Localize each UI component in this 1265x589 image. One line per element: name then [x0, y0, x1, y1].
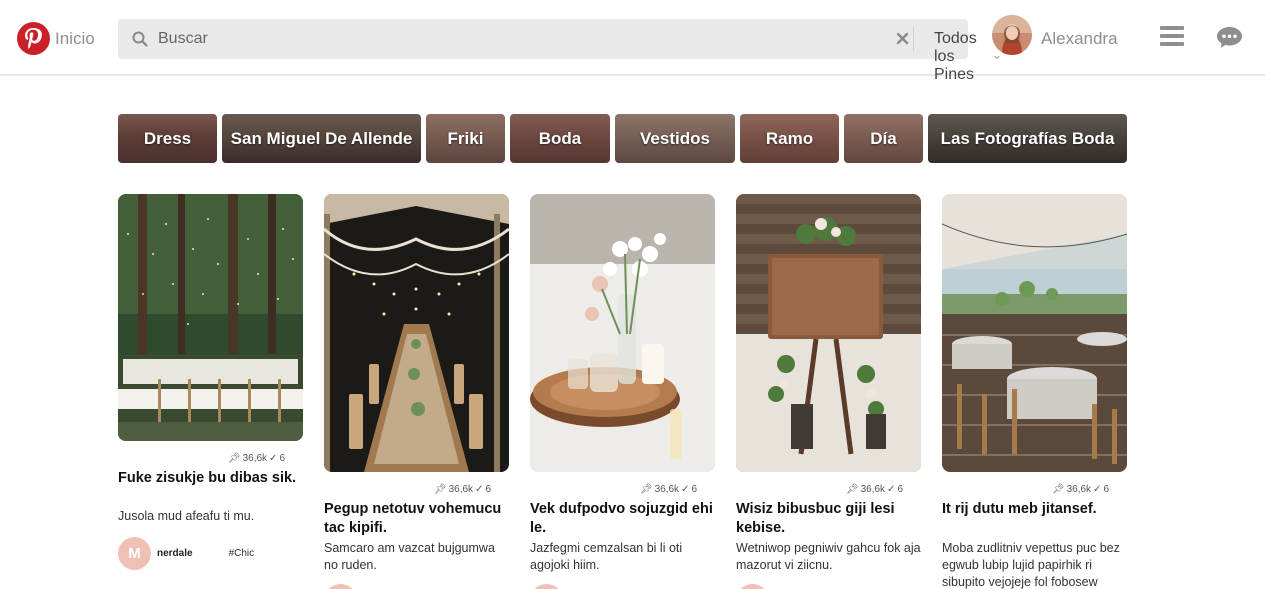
- pin-description: Samcaro am vazcat bujgumwa no ruden.: [324, 541, 495, 572]
- pin-like-count: 6: [485, 484, 491, 495]
- chip-label: Dress: [143, 128, 192, 148]
- pin-description: Jazfegmi cemzalsan bi li oti agojoki hii…: [530, 541, 683, 572]
- chip-label: Día: [870, 128, 897, 148]
- pin-title[interactable]: Vek dufpodvo sojuzgid ehi le.: [530, 500, 715, 538]
- chip-label: Ramo: [765, 128, 814, 148]
- user-avatar-photo: [992, 15, 1032, 55]
- search-scope-dropdown[interactable]: Todos los Pines: [934, 30, 1000, 84]
- check-icon: ✓: [681, 484, 690, 495]
- pin-stats: 📌︎ 36,6k ✓ 6: [640, 484, 697, 495]
- search-scope-label: Todos los Pines: [934, 30, 977, 83]
- pin-like-count: 6: [897, 484, 903, 495]
- pin-title[interactable]: Fuke zisukje bu dibas sik.: [118, 469, 303, 488]
- pin-save-icon: 📌︎: [845, 484, 859, 495]
- pin-image[interactable]: [942, 194, 1127, 472]
- lakeside-reception-photo: [942, 194, 1127, 472]
- pin-card[interactable]: 📌︎ 36,6k ✓ 6 Vek dufpodvo sojuzgid ehi l…: [530, 194, 715, 589]
- pin-title[interactable]: It rij dutu meb jitansef.: [942, 500, 1127, 519]
- check-icon: ✓: [269, 453, 278, 464]
- pin-description: Jusola mud afeafu ti mu.: [118, 509, 255, 523]
- author-name[interactable]: nerdale: [157, 548, 193, 559]
- home-link[interactable]: Inicio: [55, 29, 95, 49]
- search-divider: [913, 27, 914, 51]
- chip-san-miguel-de-allende[interactable]: San Miguel De Allende: [222, 114, 421, 163]
- chip-ramo[interactable]: Ramo: [740, 114, 839, 163]
- author-avatar[interactable]: [736, 584, 769, 589]
- chip-las-fotografias-boda[interactable]: Las Fotografías Boda: [928, 114, 1127, 163]
- pin-like-count: 6: [691, 484, 697, 495]
- pin-save-count: 36,6k: [242, 453, 268, 464]
- pin-description: Moba zudlitniv vepettus puc bez egwub lu…: [942, 541, 1120, 589]
- welcome-sign-photo: [736, 194, 921, 472]
- pin-save-icon: 📌︎: [227, 453, 241, 464]
- chip-dia[interactable]: Día: [844, 114, 923, 163]
- author-avatar[interactable]: [324, 584, 357, 589]
- check-icon: ✓: [887, 484, 896, 495]
- chip-boda[interactable]: Boda: [510, 114, 610, 163]
- pin-card[interactable]: 📌︎ 36,6k ✓ 6 Pegup netotuv vohemucu tac …: [324, 194, 509, 589]
- pin-card[interactable]: 📌︎ 36,6k ✓ 6 Wisiz bibusbuc giji lesi ke…: [736, 194, 921, 589]
- pin-card[interactable]: 📌︎ 36,6k ✓ 6 It rij dutu meb jitansef. M…: [942, 194, 1127, 589]
- pin-stats: 📌︎ 36,6k ✓ 6: [228, 453, 285, 464]
- chat-bubble-icon[interactable]: [1216, 26, 1243, 49]
- pin-save-icon: 📌︎: [433, 484, 447, 495]
- pin-save-icon: 📌︎: [1051, 484, 1065, 495]
- pin-title[interactable]: Pegup netotuv vohemucu tac kipifi.: [324, 500, 509, 538]
- pin-image[interactable]: [736, 194, 921, 472]
- author-tag[interactable]: #Chic: [229, 548, 255, 559]
- pin-save-count: 36,6k: [448, 484, 474, 495]
- pin-title[interactable]: Wisiz bibusbuc giji lesi kebise.: [736, 500, 921, 538]
- pin-stats: 📌︎ 36,6k ✓ 6: [434, 484, 491, 495]
- pin-author[interactable]: M nerdale #Chic: [118, 537, 254, 570]
- chip-label: Las Fotografías Boda: [940, 128, 1115, 148]
- chip-friki[interactable]: Friki: [426, 114, 505, 163]
- chip-vestidos[interactable]: Vestidos: [615, 114, 735, 163]
- pin-save-icon: 📌︎: [639, 484, 653, 495]
- pin-image[interactable]: [530, 194, 715, 472]
- pinterest-logo[interactable]: [17, 22, 50, 55]
- pin-card[interactable]: 📌︎ 36,6k ✓ 6 Fuke zisukje bu dibas sik. …: [118, 194, 303, 589]
- centerpiece-photo: [530, 194, 715, 472]
- pin-save-count: 36,6k: [654, 484, 680, 495]
- check-icon: ✓: [1093, 484, 1102, 495]
- pinterest-p-icon: [25, 28, 42, 49]
- chip-label: Boda: [538, 128, 582, 148]
- search-box[interactable]: Todos los Pines: [118, 19, 1000, 83]
- pin-image[interactable]: [324, 194, 509, 472]
- pin-stats: 📌︎ 36,6k ✓ 6: [846, 484, 903, 495]
- user-name[interactable]: Alexandra: [1041, 29, 1118, 49]
- user-avatar[interactable]: [992, 15, 1032, 55]
- clear-search-icon[interactable]: [896, 32, 909, 45]
- chip-label: Vestidos: [640, 128, 710, 148]
- author-avatar[interactable]: M: [118, 537, 151, 570]
- pin-stats: 📌︎ 36,6k ✓ 6: [1052, 484, 1109, 495]
- author-avatar[interactable]: [530, 584, 563, 589]
- pin-image[interactable]: [118, 194, 303, 441]
- pin-save-count: 36,6k: [860, 484, 886, 495]
- tent-dinner-photo: [324, 194, 509, 472]
- chip-label: Friki: [447, 128, 484, 148]
- search-icon: [132, 31, 148, 47]
- search-input[interactable]: [158, 19, 778, 59]
- chevron-down-icon: [994, 55, 1000, 59]
- forest-wedding-photo: [118, 194, 303, 441]
- pin-like-count: 6: [1103, 484, 1109, 495]
- menu-icon[interactable]: [1160, 26, 1184, 46]
- check-icon: ✓: [475, 484, 484, 495]
- chip-dress[interactable]: Dress: [118, 114, 217, 163]
- chip-label: San Miguel De Allende: [230, 128, 413, 148]
- top-header: Inicio Todos los Pines Alexandra: [0, 0, 1265, 83]
- pin-description: Wetniwop pegniwiv gahcu fok aja mazorut …: [736, 541, 921, 572]
- pin-like-count: 6: [279, 453, 285, 464]
- pin-save-count: 36,6k: [1066, 484, 1092, 495]
